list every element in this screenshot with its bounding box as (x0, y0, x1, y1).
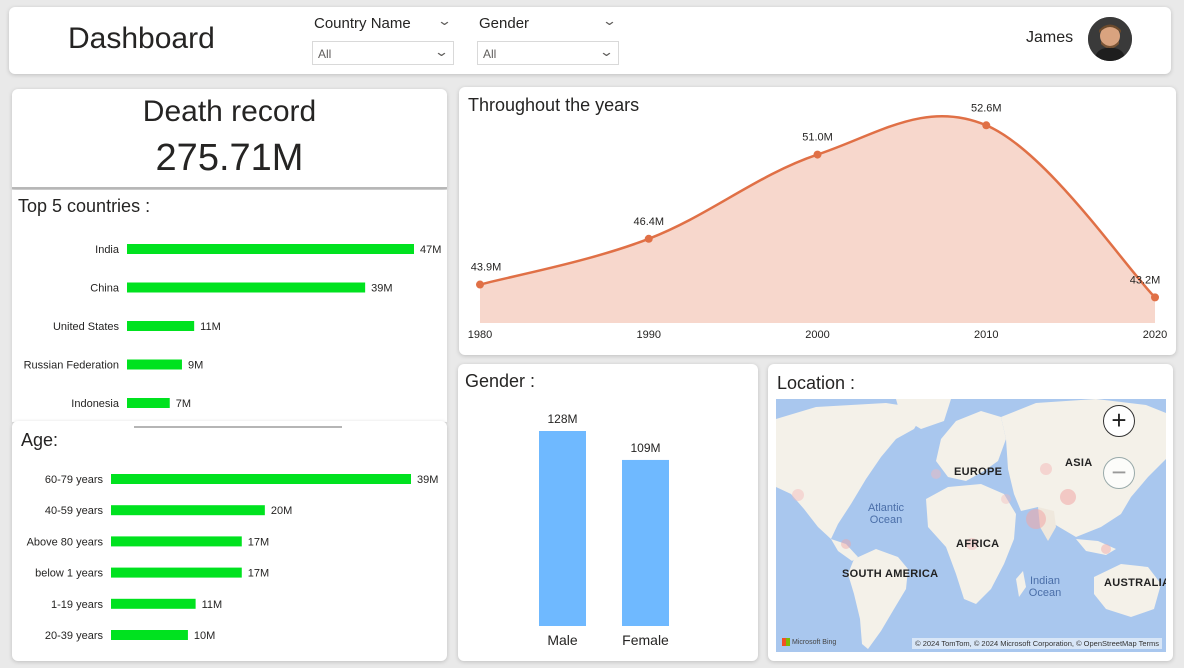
data-label: 51.0M (802, 132, 833, 144)
avatar[interactable] (1088, 17, 1132, 61)
bar-category-label: 1-19 years (51, 599, 103, 611)
map-label-asia: ASIA (1065, 457, 1093, 469)
bar-value-label: 17M (248, 568, 269, 580)
bar[interactable] (127, 359, 182, 370)
bar-value-label: 109M (630, 441, 660, 455)
bar[interactable] (127, 282, 366, 293)
area-fill (480, 116, 1155, 323)
bar[interactable] (111, 474, 411, 484)
bar[interactable] (111, 505, 265, 516)
data-point[interactable] (476, 280, 484, 289)
top-countries-card: Top 5 countries : India 47M China 39M United… (12, 190, 447, 422)
chevron-down-icon: ⌄ (433, 44, 450, 59)
x-tick-label: 2000 (805, 329, 829, 341)
x-tick-label: 1990 (637, 329, 661, 341)
bar[interactable] (111, 630, 188, 640)
bar[interactable] (127, 244, 414, 254)
user-name: James (1026, 29, 1074, 46)
data-point[interactable] (982, 121, 991, 130)
bar-category-label: Male (547, 632, 578, 648)
gender-dropdown[interactable]: All ⌄ (477, 41, 619, 65)
location-card: Location : EUROPE ASIA AFRICA SOUTH AMER… (768, 364, 1173, 661)
map-label-africa: AFRICA (956, 538, 1000, 550)
gender-dropdown-value: All (483, 47, 497, 61)
data-label: 52.6M (971, 102, 1002, 114)
data-point[interactable] (1151, 293, 1159, 302)
bar-category-label: below 1 years (35, 568, 103, 580)
bar-category-label: China (90, 283, 120, 295)
bar-value-label: 11M (202, 599, 223, 611)
data-label: 46.4M (633, 216, 664, 228)
bar-category-label: India (95, 244, 120, 256)
data-point[interactable] (644, 234, 653, 243)
bar[interactable] (539, 431, 586, 626)
death-record-title: Death record (142, 95, 317, 128)
gender-slicer: Gender ⌄ All ⌄ (477, 11, 619, 69)
bar-value-label: 9M (188, 360, 203, 372)
bar[interactable] (127, 398, 170, 408)
bar-category-label: Above 80 years (27, 536, 104, 548)
zoom-out-button[interactable]: − (1103, 457, 1135, 489)
bar-category-label: 20-39 years (45, 630, 104, 642)
bar-value-label: 39M (417, 474, 438, 486)
years-chart: 43.9M 1980 46.4M 1990 51.0M 2000 52.6M 2010 43.2… (468, 102, 1167, 341)
map-label-australia: AUSTRALIA (1104, 577, 1166, 589)
bar-value-label: 17M (248, 536, 269, 548)
zoom-in-button[interactable]: + (1103, 405, 1135, 437)
x-tick-label: 2010 (974, 329, 998, 341)
death-record-card: Death record 275.71M (12, 89, 447, 189)
map-attribution[interactable]: © 2024 TomTom, © 2024 Microsoft Corporat… (912, 638, 1162, 649)
location-title: Location : (777, 373, 856, 393)
chevron-down-icon: ⌄ (598, 44, 615, 59)
bar-category-label: Russian Federation (24, 360, 119, 372)
bar[interactable] (111, 536, 242, 547)
gender-card: Gender : 128M Male 109M Female (458, 364, 758, 661)
map-label-atlantic-ocean: Atlantic Ocean (867, 502, 905, 526)
bar-category-label: 60-79 years (45, 474, 104, 486)
bar-category-label: United States (53, 321, 120, 333)
map-label-indian-ocean: Indian Ocean (1028, 575, 1062, 599)
bing-logo: Microsoft Bing (782, 638, 836, 646)
bar-category-label: 40-59 years (45, 505, 104, 517)
chevron-down-icon[interactable]: ⌄ (602, 13, 617, 29)
bar[interactable] (622, 459, 669, 626)
bar-category-label: Indonesia (71, 398, 120, 410)
bar-value-label: 10M (194, 630, 215, 642)
age-card: Age: 60-79 years 39M 40-59 years 20M Above 8… (12, 421, 447, 661)
x-tick-label: 2020 (1143, 329, 1167, 341)
data-label: 43.2M (1130, 274, 1161, 286)
bar[interactable] (127, 321, 195, 331)
bar-category-label: Female (622, 632, 669, 648)
data-point[interactable] (813, 150, 822, 159)
top-countries-chart: India 47M China 39M United States 11M Russian … (24, 244, 441, 410)
bar-value-label: 39M (371, 283, 392, 295)
bing-logo-text: Microsoft Bing (791, 638, 837, 646)
bar[interactable] (111, 567, 242, 578)
country-dropdown-value: All (318, 47, 332, 61)
bar[interactable] (111, 598, 196, 609)
x-tick-label: 1980 (468, 329, 492, 341)
gender-chart: 128M Male 109M Female (539, 412, 669, 648)
bar-value-label: 47M (420, 244, 441, 256)
age-chart: 60-79 years 39M 40-59 years 20M Above 80 yea… (27, 474, 438, 642)
country-slicer: Country Name ⌄ All ⌄ (312, 11, 454, 69)
death-record-value: 275.71M (155, 137, 304, 179)
map-label-europe: EUROPE (954, 466, 1003, 478)
chevron-down-icon[interactable]: ⌄ (437, 13, 452, 29)
bar-value-label: 128M (547, 412, 577, 426)
world-map[interactable]: EUROPE ASIA AFRICA SOUTH AMERICA AUSTRAL… (776, 399, 1166, 652)
country-dropdown[interactable]: All ⌄ (312, 41, 454, 65)
map-label-south-america: SOUTH AMERICA (842, 568, 939, 580)
microsoft-logo-icon (782, 638, 790, 646)
bar-value-label: 11M (200, 321, 221, 333)
header-bar: Dashboard Country Name ⌄ All ⌄ Gender ⌄ … (9, 7, 1171, 74)
page-title: Dashboard (68, 22, 215, 55)
map-land-shapes (776, 399, 1166, 649)
gender-slicer-title: Gender (479, 15, 530, 32)
years-card: Throughout the years 43.9M 1980 46.4M 1990 5… (459, 87, 1176, 355)
data-label: 43.9M (471, 262, 502, 274)
bar-value-label: 20M (271, 505, 292, 517)
country-slicer-title: Country Name (314, 15, 411, 32)
bar-value-label: 7M (176, 398, 191, 410)
